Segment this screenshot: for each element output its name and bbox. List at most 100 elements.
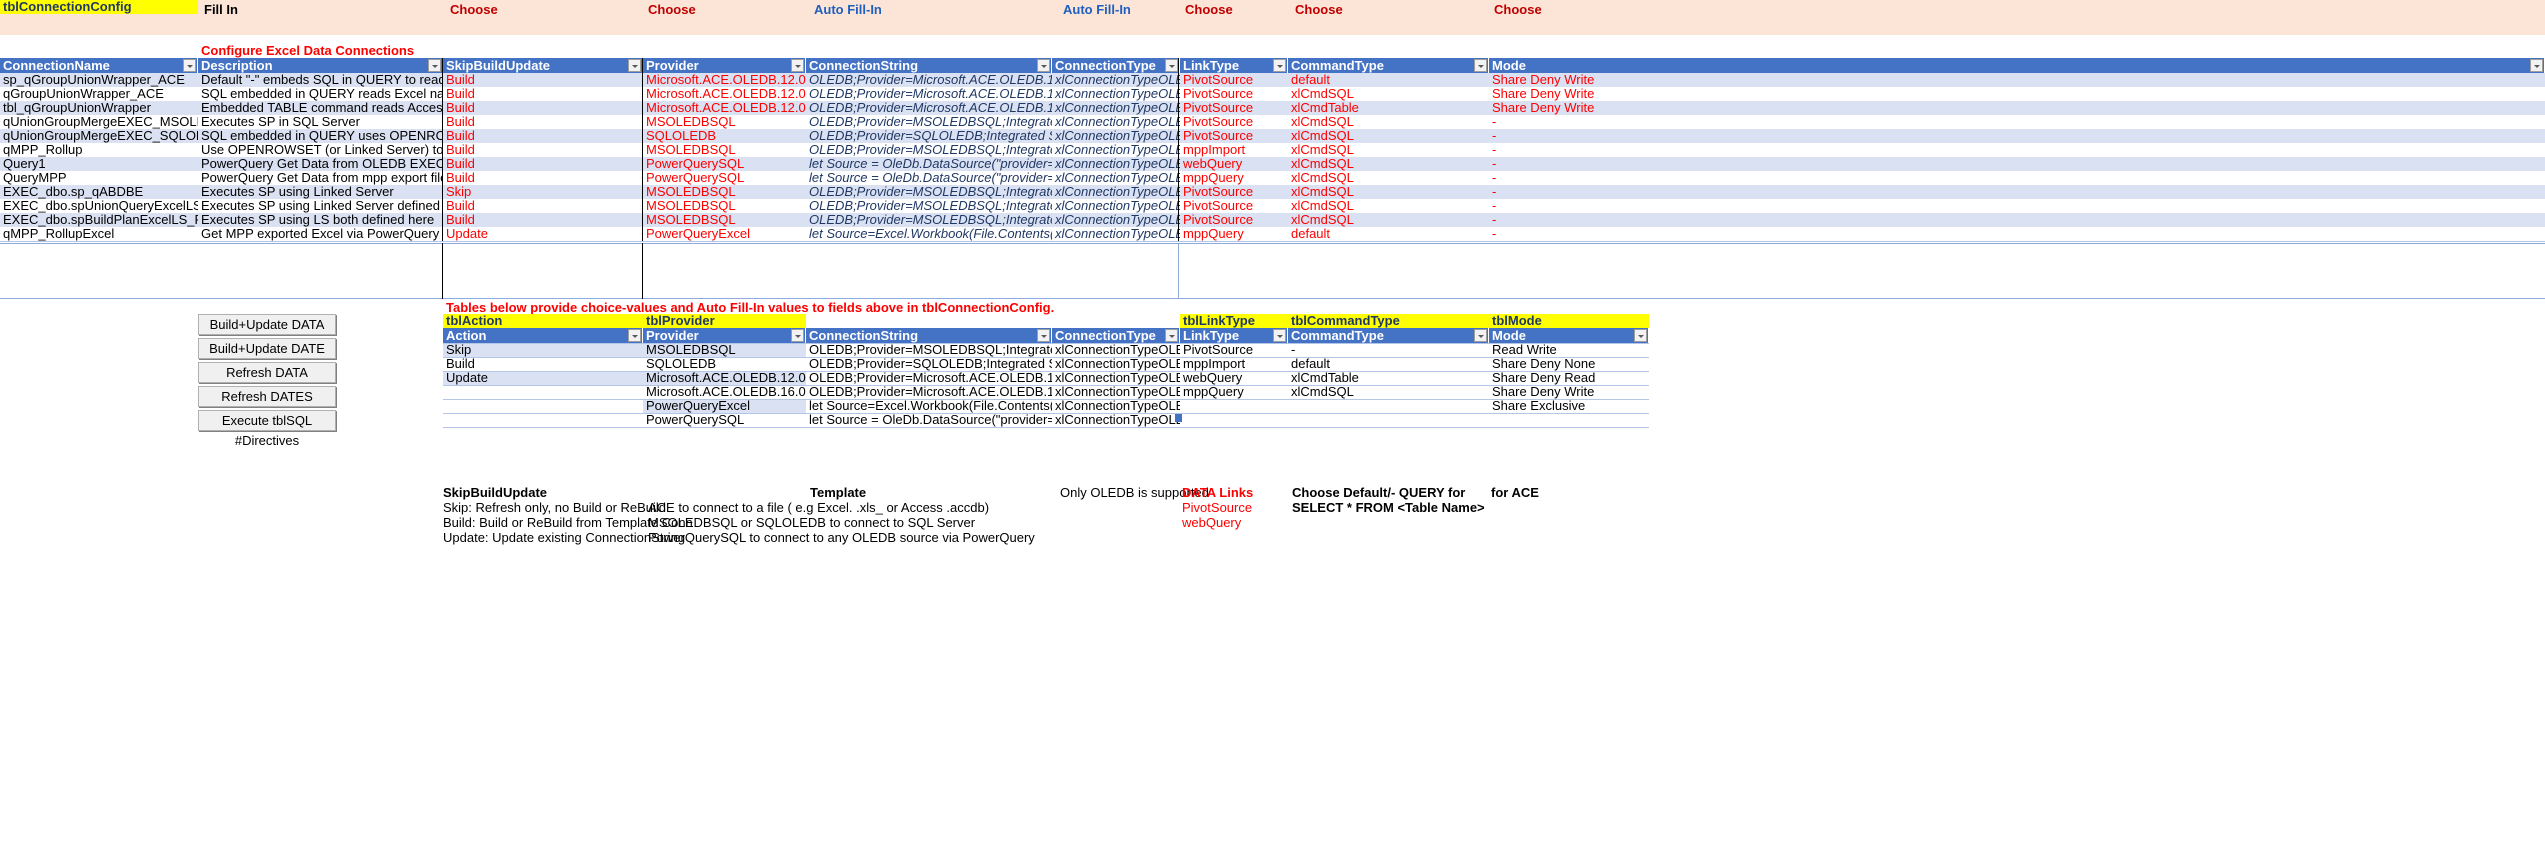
- cell-Description[interactable]: Executes SP in SQL Server: [198, 115, 443, 129]
- cell-Provider[interactable]: MSOLEDBSQL: [643, 115, 806, 129]
- cell-Provider[interactable]: PowerQueryExcel: [643, 227, 806, 241]
- cell-CommandType[interactable]: xlCmdSQL: [1288, 129, 1489, 143]
- filter-button-Mode[interactable]: [2530, 59, 2543, 72]
- cell-SkipBuildUpdate[interactable]: Skip: [443, 185, 643, 199]
- cell-CommandType[interactable]: xlCmdSQL: [1288, 87, 1489, 101]
- filter-button-ConnectionName[interactable]: [183, 59, 196, 72]
- cell-LinkType[interactable]: PivotSource: [1180, 213, 1288, 227]
- cell-SkipBuildUpdate[interactable]: Build: [443, 73, 643, 87]
- cell-Mode[interactable]: Share Deny Write: [1489, 101, 2545, 115]
- lookup-value-connectionType-3[interactable]: xlConnectionTypeOLEDB: [1052, 385, 1180, 399]
- filter-button-Description[interactable]: [428, 59, 441, 72]
- cell-ConnectionName[interactable]: EXEC_dbo.spBuildPlanExcelLS_Proto: [0, 213, 198, 227]
- cell-Mode[interactable]: -: [1489, 199, 2545, 213]
- cell-ConnectionName[interactable]: QueryMPP: [0, 171, 198, 185]
- cell-ConnectionType[interactable]: xlConnectionTypeOLEDB: [1052, 143, 1180, 157]
- lookup-filter-tblMode[interactable]: [1634, 329, 1647, 342]
- cell-SkipBuildUpdate[interactable]: Build: [443, 87, 643, 101]
- cell-LinkType[interactable]: PivotSource: [1180, 129, 1288, 143]
- cell-Description[interactable]: PowerQuery Get Data from OLEDB EXEC SP: [198, 157, 443, 171]
- cell-Provider[interactable]: Microsoft.ACE.OLEDB.12.0: [643, 101, 806, 115]
- cell-Provider[interactable]: Microsoft.ACE.OLEDB.12.0: [643, 73, 806, 87]
- cell-LinkType[interactable]: PivotSource: [1180, 199, 1288, 213]
- cell-SkipBuildUpdate[interactable]: Build: [443, 213, 643, 227]
- cell-CommandType[interactable]: xlCmdSQL: [1288, 143, 1489, 157]
- cell-CommandType[interactable]: xlCmdTable: [1288, 101, 1489, 115]
- cell-CommandType[interactable]: default: [1288, 73, 1489, 87]
- lookup-filter-tblAction[interactable]: [628, 329, 641, 342]
- cell-ConnectionType[interactable]: xlConnectionTypeOLEDB: [1052, 115, 1180, 129]
- cell-CommandType[interactable]: xlCmdSQL: [1288, 115, 1489, 129]
- filter-button-LinkType[interactable]: [1273, 59, 1286, 72]
- cell-Provider[interactable]: MSOLEDBSQL: [643, 185, 806, 199]
- cell-Provider[interactable]: MSOLEDBSQL: [643, 213, 806, 227]
- cell-SkipBuildUpdate[interactable]: Build: [443, 171, 643, 185]
- lookup-value-tblLinkType-2[interactable]: webQuery: [1180, 371, 1288, 385]
- lookup-header-connectionType[interactable]: ConnectionType: [1052, 328, 1180, 343]
- cell-ConnectionName[interactable]: tbl_qGroupUnionWrapper: [0, 101, 198, 115]
- cell-ConnectionType[interactable]: xlConnectionTypeOLEDB: [1052, 171, 1180, 185]
- lookup-value-connectionString-1[interactable]: OLEDB;Provider=SQLOLEDB;Integrated Secur…: [806, 357, 1052, 371]
- lookup-value-connectionString-5[interactable]: let Source = OleDb.DataSource("provider=…: [806, 413, 1052, 427]
- lookup-header-tblMode[interactable]: Mode: [1489, 328, 1649, 343]
- cell-ConnectionString[interactable]: let Source = OleDb.DataSource("provider=…: [806, 157, 1052, 171]
- cell-LinkType[interactable]: PivotSource: [1180, 185, 1288, 199]
- cell-ConnectionString[interactable]: OLEDB;Provider=Microsoft.ACE.OLEDB.12.0;…: [806, 87, 1052, 101]
- lookup-header-tblProvider[interactable]: Provider: [643, 328, 806, 343]
- cell-CommandType[interactable]: default: [1288, 227, 1489, 241]
- cell-ConnectionName[interactable]: qGroupUnionWrapper_ACE: [0, 87, 198, 101]
- macro-button-0[interactable]: Build+Update DATA Links: [198, 314, 336, 352]
- column-header-Description[interactable]: Description: [198, 58, 443, 73]
- cell-ConnectionString[interactable]: OLEDB;Provider=SQLOLEDB;Integrated Secur…: [806, 129, 1052, 143]
- cell-SkipBuildUpdate[interactable]: Build: [443, 143, 643, 157]
- lookup-value-connectionType-1[interactable]: xlConnectionTypeOLEDB: [1052, 357, 1180, 371]
- lookup-value-tblProvider-5[interactable]: PowerQuerySQL: [643, 413, 806, 427]
- column-header-Provider[interactable]: Provider: [643, 58, 806, 73]
- cell-ConnectionString[interactable]: let Source=Excel.Workbook(File.Contents(…: [806, 227, 1052, 241]
- lookup-value-tblCommandType-3[interactable]: xlCmdSQL: [1288, 385, 1489, 399]
- column-header-SkipBuildUpdate[interactable]: SkipBuildUpdate: [443, 58, 643, 73]
- lookup-value-tblMode-0[interactable]: Read Write: [1489, 343, 1649, 357]
- lookup-value-connectionString-0[interactable]: OLEDB;Provider=MSOLEDBSQL;Integrated Sec…: [806, 343, 1052, 357]
- lookup-value-connectionString-4[interactable]: let Source=Excel.Workbook(File.Contents(…: [806, 399, 1052, 413]
- macro-button-1[interactable]: Build+Update DATE Links: [198, 338, 336, 376]
- filter-button-Provider[interactable]: [791, 59, 804, 72]
- cell-ConnectionString[interactable]: OLEDB;Provider=MSOLEDBSQL;Integrated Sec…: [806, 185, 1052, 199]
- cell-ConnectionString[interactable]: OLEDB;Provider=Microsoft.ACE.OLEDB.12.0;…: [806, 101, 1052, 115]
- column-header-LinkType[interactable]: LinkType: [1180, 58, 1288, 73]
- cell-SkipBuildUpdate[interactable]: Build: [443, 115, 643, 129]
- column-header-CommandType[interactable]: CommandType: [1288, 58, 1489, 73]
- cell-CommandType[interactable]: xlCmdSQL: [1288, 199, 1489, 213]
- cell-LinkType[interactable]: mppImport: [1180, 143, 1288, 157]
- lookup-value-connectionType-0[interactable]: xlConnectionTypeOLEDB: [1052, 343, 1180, 357]
- cell-ConnectionType[interactable]: xlConnectionTypeOLEDB: [1052, 73, 1180, 87]
- lookup-value-connectionType-5[interactable]: xlConnectionTypeOLEDB: [1052, 413, 1180, 427]
- lookup-value-connectionType-4[interactable]: xlConnectionTypeOLEDB: [1052, 399, 1180, 413]
- lookup-value-tblCommandType-0[interactable]: -: [1288, 343, 1489, 357]
- cell-LinkType[interactable]: PivotSource: [1180, 115, 1288, 129]
- cell-Provider[interactable]: PowerQuerySQL: [643, 157, 806, 171]
- lookup-value-tblLinkType-0[interactable]: PivotSource: [1180, 343, 1288, 357]
- cell-Provider[interactable]: Microsoft.ACE.OLEDB.12.0: [643, 87, 806, 101]
- cell-Provider[interactable]: SQLOLEDB: [643, 129, 806, 143]
- lookup-value-connectionType-2[interactable]: xlConnectionTypeOLEDB: [1052, 371, 1180, 385]
- cell-ConnectionName[interactable]: qMPP_Rollup: [0, 143, 198, 157]
- cell-ConnectionName[interactable]: Query1: [0, 157, 198, 171]
- lookup-header-connectionString[interactable]: ConnectionString: [806, 328, 1052, 343]
- cell-LinkType[interactable]: mppQuery: [1180, 171, 1288, 185]
- lookup-value-connectionString-2[interactable]: OLEDB;Provider=Microsoft.ACE.OLEDB.12.0;…: [806, 371, 1052, 385]
- lookup-value-tblCommandType-1[interactable]: default: [1288, 357, 1489, 371]
- cell-ConnectionType[interactable]: xlConnectionTypeOLEDB: [1052, 157, 1180, 171]
- cell-LinkType[interactable]: PivotSource: [1180, 101, 1288, 115]
- cell-ConnectionString[interactable]: let Source = OleDb.DataSource("provider=…: [806, 171, 1052, 185]
- cell-ConnectionType[interactable]: xlConnectionTypeOLEDB: [1052, 129, 1180, 143]
- cell-Description[interactable]: Embedded TABLE command reads Access QUER…: [198, 101, 443, 115]
- cell-Description[interactable]: Default "-" embeds SQL in QUERY to read …: [198, 73, 443, 87]
- cell-Provider[interactable]: PowerQuerySQL: [643, 171, 806, 185]
- filter-button-ConnectionString[interactable]: [1037, 59, 1050, 72]
- scroll-thumb[interactable]: [1175, 414, 1182, 422]
- lookup-value-connectionString-3[interactable]: OLEDB;Provider=Microsoft.ACE.OLEDB.16.0;…: [806, 385, 1052, 399]
- cell-ConnectionName[interactable]: qMPP_RollupExcel: [0, 227, 198, 241]
- cell-Description[interactable]: PowerQuery Get Data from mpp export file…: [198, 171, 443, 185]
- cell-SkipBuildUpdate[interactable]: Update: [443, 227, 643, 241]
